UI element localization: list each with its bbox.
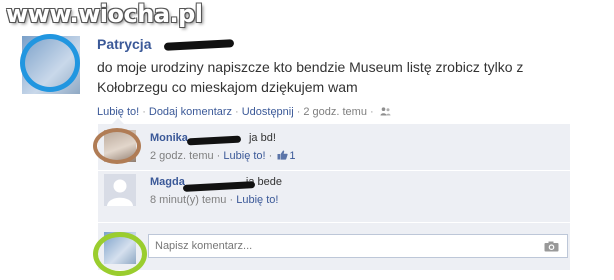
comment-meta: 2 godz. temu · Lubię to! · 1 bbox=[150, 150, 296, 162]
people-icon bbox=[380, 107, 391, 116]
comment-like-link[interactable]: Lubię to! bbox=[236, 194, 278, 206]
separator: · bbox=[142, 106, 146, 118]
redaction-mark bbox=[163, 39, 235, 51]
separator: · bbox=[296, 106, 301, 118]
separator: · bbox=[268, 150, 273, 162]
commenter-name[interactable]: Magda bbox=[150, 176, 185, 188]
separator: · bbox=[216, 150, 221, 162]
post-author-avatar[interactable] bbox=[22, 36, 80, 94]
post-timestamp[interactable]: 2 godz. temu bbox=[303, 106, 367, 118]
post-text: do moje urodziny napiszcze kto bendzie M… bbox=[97, 59, 524, 95]
current-user-avatar bbox=[104, 232, 136, 264]
comment-input-placeholder: Napisz komentarz... bbox=[155, 240, 253, 252]
separator: · bbox=[235, 106, 239, 118]
commenter-avatar[interactable] bbox=[104, 130, 136, 162]
commenter-name[interactable]: Monika bbox=[150, 132, 188, 144]
comment-input[interactable]: Napisz komentarz... bbox=[148, 234, 568, 258]
default-avatar-icon[interactable] bbox=[104, 174, 136, 206]
thumbs-up-icon[interactable] bbox=[277, 150, 289, 160]
comment-body: Magda ja bede 8 minut(y) temu · Lubię to… bbox=[150, 176, 282, 206]
comment-like-link[interactable]: Lubię to! bbox=[223, 150, 265, 162]
post-author-name[interactable]: Patrycja bbox=[97, 36, 151, 52]
like-link[interactable]: Lubię to! bbox=[97, 106, 139, 118]
camera-icon[interactable] bbox=[544, 241, 559, 252]
comment-input-row: Napisz komentarz... bbox=[98, 226, 570, 266]
watermark: www.wiocha.pl bbox=[6, 0, 203, 28]
post-actions: Lubię to! · Dodaj komentarz · Udostępnij · 2 g… bbox=[97, 106, 391, 118]
add-comment-link[interactable]: Dodaj komentarz bbox=[149, 106, 232, 118]
comment-likes-count[interactable]: 1 bbox=[289, 150, 295, 162]
comment-item: Monika ja bd! 2 godz. temu · Lubię to! ·… bbox=[98, 130, 570, 174]
comment-item: Magda ja bede 8 minut(y) temu · Lubię to… bbox=[98, 174, 570, 218]
comment-meta: 8 minut(y) temu · Lubię to! bbox=[150, 194, 282, 206]
comment-text: ja bd! bbox=[248, 132, 276, 144]
post-author-first-name[interactable]: Patrycja bbox=[97, 36, 151, 52]
comment-timestamp[interactable]: 8 minut(y) temu bbox=[150, 194, 226, 206]
comment-timestamp[interactable]: 2 godz. temu bbox=[150, 150, 214, 162]
separator: · bbox=[369, 106, 374, 118]
comment-divider bbox=[98, 222, 570, 223]
comments-section: Monika ja bd! 2 godz. temu · Lubię to! ·… bbox=[98, 124, 570, 270]
separator: · bbox=[229, 194, 234, 206]
comment-divider bbox=[98, 170, 570, 171]
share-link[interactable]: Udostępnij bbox=[242, 106, 294, 118]
